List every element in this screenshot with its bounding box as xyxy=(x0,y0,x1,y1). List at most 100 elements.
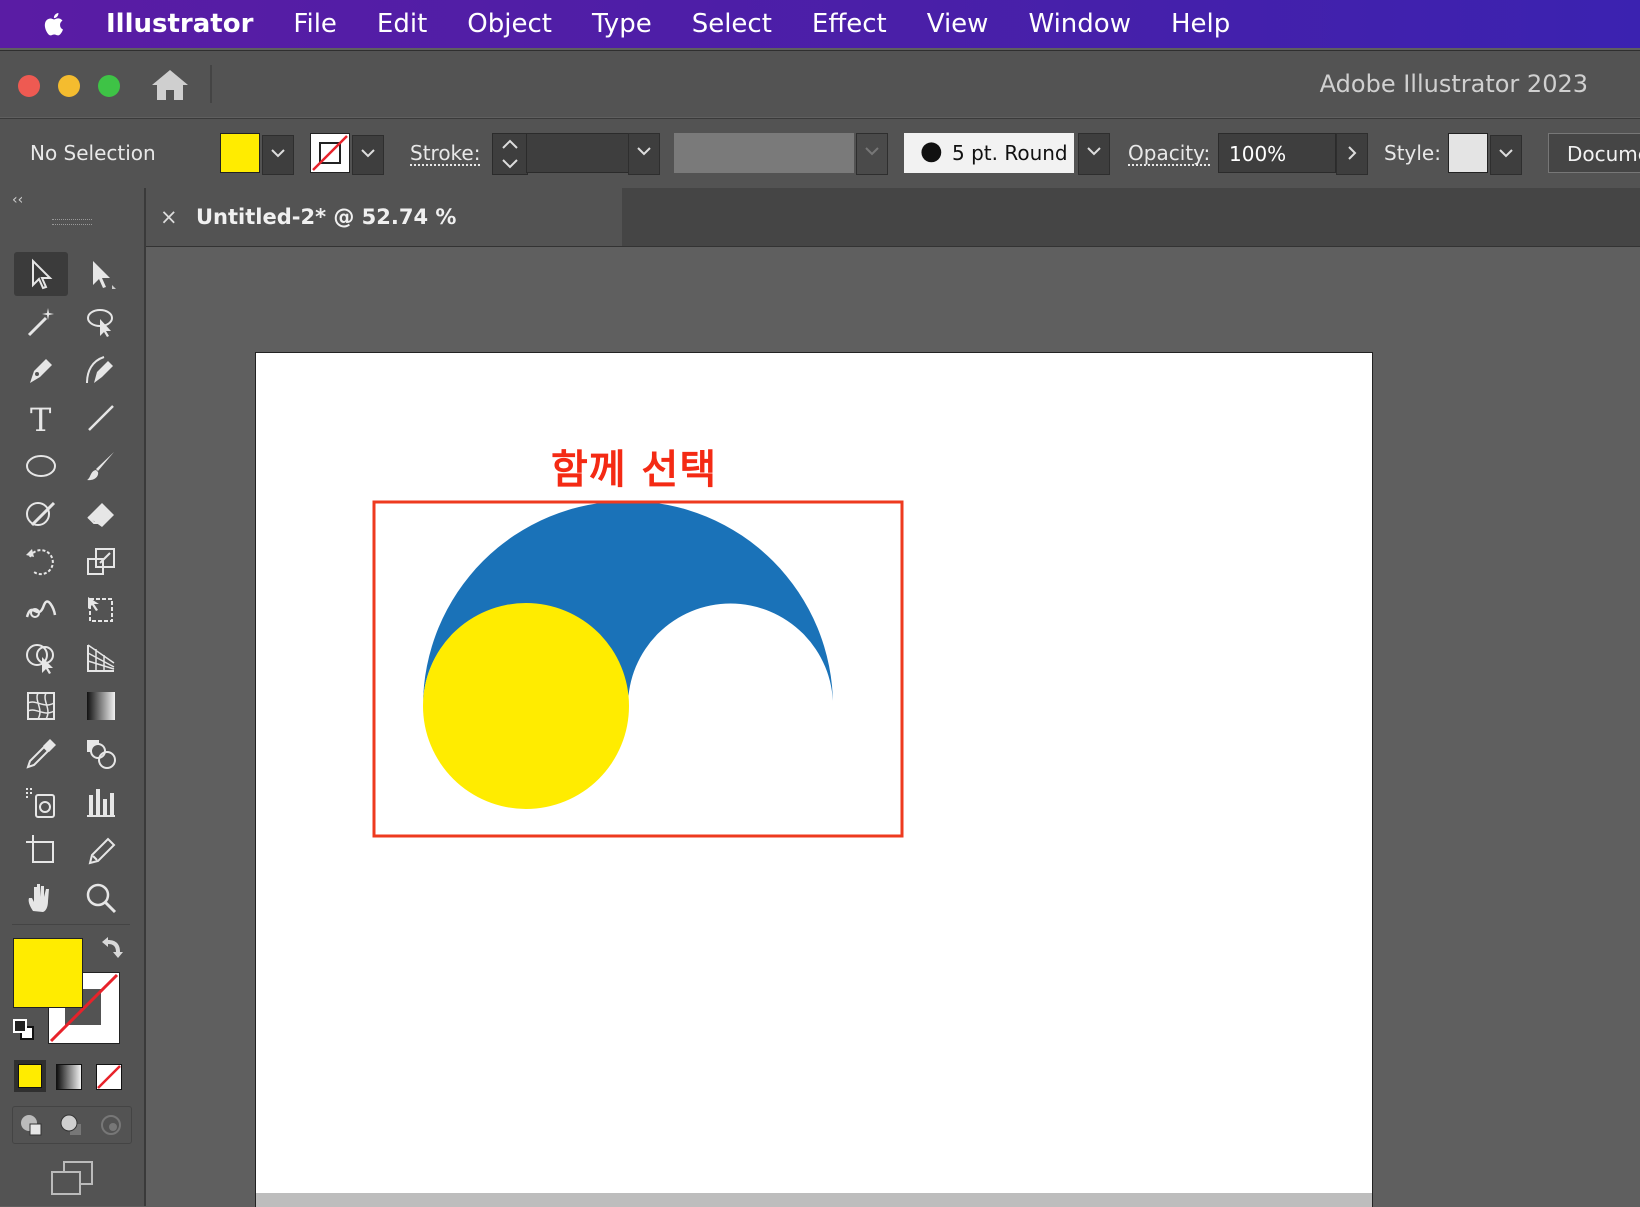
menu-app-name[interactable]: Illustrator xyxy=(106,9,253,39)
blend-tool-icon[interactable] xyxy=(74,732,128,776)
opacity-expand[interactable] xyxy=(1336,133,1368,175)
perspective-grid-tool-icon[interactable] xyxy=(74,636,128,680)
curvature-tool-icon[interactable] xyxy=(74,348,128,392)
type-tool-icon[interactable]: T xyxy=(14,396,68,440)
artboard[interactable]: 함께 선택 xyxy=(255,352,1373,1207)
rotate-tool-icon[interactable] xyxy=(14,540,68,584)
stroke-swatch[interactable] xyxy=(310,133,350,173)
stepper-arrows-icon xyxy=(502,139,518,169)
line-segment-tool-icon[interactable] xyxy=(74,396,128,440)
paintbrush-tool-icon[interactable] xyxy=(74,444,128,488)
mesh-tool-icon[interactable] xyxy=(14,684,68,728)
draw-behind-icon[interactable] xyxy=(58,1112,84,1138)
chevron-down-icon xyxy=(1087,147,1101,156)
fill-dropdown[interactable] xyxy=(262,135,294,175)
menu-effect[interactable]: Effect xyxy=(812,9,887,39)
stroke-weight-field[interactable] xyxy=(526,133,630,173)
control-bar: No Selection Stroke: ● 5 pt. Round Opaci… xyxy=(0,118,1640,190)
zoom-window-button[interactable] xyxy=(98,75,120,97)
selection-status: No Selection xyxy=(30,141,156,165)
window-title: Adobe Illustrator 2023 xyxy=(1319,70,1588,98)
scale-tool-icon[interactable] xyxy=(74,540,128,584)
color-swatch-icon xyxy=(18,1064,42,1088)
eraser-tool-icon[interactable] xyxy=(74,492,128,536)
eyedropper-tool-icon[interactable] xyxy=(14,732,68,776)
lasso-tool-icon[interactable] xyxy=(74,300,128,344)
gradient-tool-icon[interactable] xyxy=(74,684,128,728)
menu-file[interactable]: File xyxy=(293,9,337,39)
artboard-tool-icon[interactable] xyxy=(14,828,68,872)
menu-bar: Illustrator File Edit Object Type Select… xyxy=(0,0,1640,48)
close-tab-icon[interactable]: × xyxy=(160,188,178,246)
shaper-tool-icon[interactable] xyxy=(14,492,68,536)
document-tab[interactable]: × Untitled-2* @ 52.74 % (CMYK/Preview) xyxy=(146,188,622,287)
selection-tool-icon[interactable] xyxy=(14,252,68,296)
hand-tool-icon[interactable] xyxy=(14,876,68,920)
stroke-weight-stepper[interactable] xyxy=(492,133,528,175)
opacity-field[interactable]: 100% xyxy=(1218,133,1336,173)
svg-text:T: T xyxy=(30,401,52,435)
gradient-mode-button[interactable] xyxy=(56,1064,82,1090)
swap-fill-stroke-icon[interactable] xyxy=(98,934,124,960)
chevron-down-icon xyxy=(361,149,375,158)
titlebar-divider xyxy=(210,65,212,103)
chevron-right-icon xyxy=(1348,146,1357,160)
menu-type[interactable]: Type xyxy=(592,9,652,39)
graph-tool-icon[interactable] xyxy=(74,780,128,824)
style-dropdown[interactable] xyxy=(1490,135,1522,175)
free-transform-tool-icon[interactable] xyxy=(74,588,128,632)
slice-tool-icon[interactable] xyxy=(74,828,128,872)
menu-window[interactable]: Window xyxy=(1028,9,1131,39)
minimize-window-button[interactable] xyxy=(58,75,80,97)
menu-help[interactable]: Help xyxy=(1171,9,1230,39)
screen-mode-icon[interactable] xyxy=(50,1160,94,1196)
zoom-tool-icon[interactable] xyxy=(74,876,128,920)
stroke-dropdown[interactable] xyxy=(352,135,384,175)
panel-grip[interactable] xyxy=(52,219,92,225)
magic-wand-tool-icon[interactable] xyxy=(14,300,68,344)
brush-definition[interactable]: ● 5 pt. Round xyxy=(904,133,1074,173)
graphic-style-swatch[interactable] xyxy=(1448,133,1488,173)
tools-divider xyxy=(12,924,130,925)
variable-width-dropdown[interactable] xyxy=(856,133,888,175)
default-fill-stroke-icon[interactable] xyxy=(12,1018,36,1042)
chevron-down-icon xyxy=(1499,149,1513,158)
menu-object[interactable]: Object xyxy=(467,9,552,39)
symbol-sprayer-tool-icon[interactable] xyxy=(14,780,68,824)
close-window-button[interactable] xyxy=(18,75,40,97)
warp-tool-icon[interactable] xyxy=(14,588,68,632)
pen-tool-icon[interactable] xyxy=(14,348,68,392)
menu-view[interactable]: View xyxy=(927,9,989,39)
chevron-down-icon xyxy=(637,147,651,156)
chevron-down-icon xyxy=(865,147,879,156)
fill-color-box[interactable] xyxy=(13,938,83,1008)
home-icon[interactable] xyxy=(150,68,190,102)
draw-normal-icon[interactable] xyxy=(18,1112,44,1138)
brush-dropdown[interactable] xyxy=(1078,133,1110,175)
menu-edit[interactable]: Edit xyxy=(377,9,427,39)
apple-icon[interactable] xyxy=(40,11,66,37)
shape-builder-tool-icon[interactable] xyxy=(14,636,68,680)
variable-width-profile[interactable] xyxy=(674,133,854,173)
ellipse-tool-icon[interactable] xyxy=(14,444,68,488)
document-tab-bar: × Untitled-2* @ 52.74 % (CMYK/Preview) xyxy=(146,188,1640,287)
color-mode-button[interactable] xyxy=(14,1060,46,1092)
yellow-circle-shape[interactable] xyxy=(423,603,629,809)
document-setup-button[interactable]: Docume xyxy=(1548,133,1640,173)
none-mode-button[interactable] xyxy=(96,1064,122,1090)
menu-select[interactable]: Select xyxy=(692,9,772,39)
opacity-label[interactable]: Opacity: xyxy=(1128,141,1210,165)
brush-dot-icon: ● xyxy=(920,136,943,166)
direct-selection-tool-icon[interactable] xyxy=(74,252,128,296)
stroke-weight-dropdown[interactable] xyxy=(628,133,660,175)
brush-value: 5 pt. Round xyxy=(952,141,1068,165)
fill-swatch[interactable] xyxy=(220,133,260,173)
horizontal-scrollbar[interactable] xyxy=(256,1193,1372,1207)
artwork-canvas[interactable] xyxy=(256,353,1372,1207)
stroke-label[interactable]: Stroke: xyxy=(410,141,480,165)
style-label: Style: xyxy=(1384,141,1441,165)
collapse-panel-icon[interactable]: ‹‹ xyxy=(12,192,23,208)
no-stroke-icon xyxy=(312,135,348,171)
draw-inside-icon[interactable] xyxy=(98,1112,124,1138)
none-icon xyxy=(97,1065,121,1089)
